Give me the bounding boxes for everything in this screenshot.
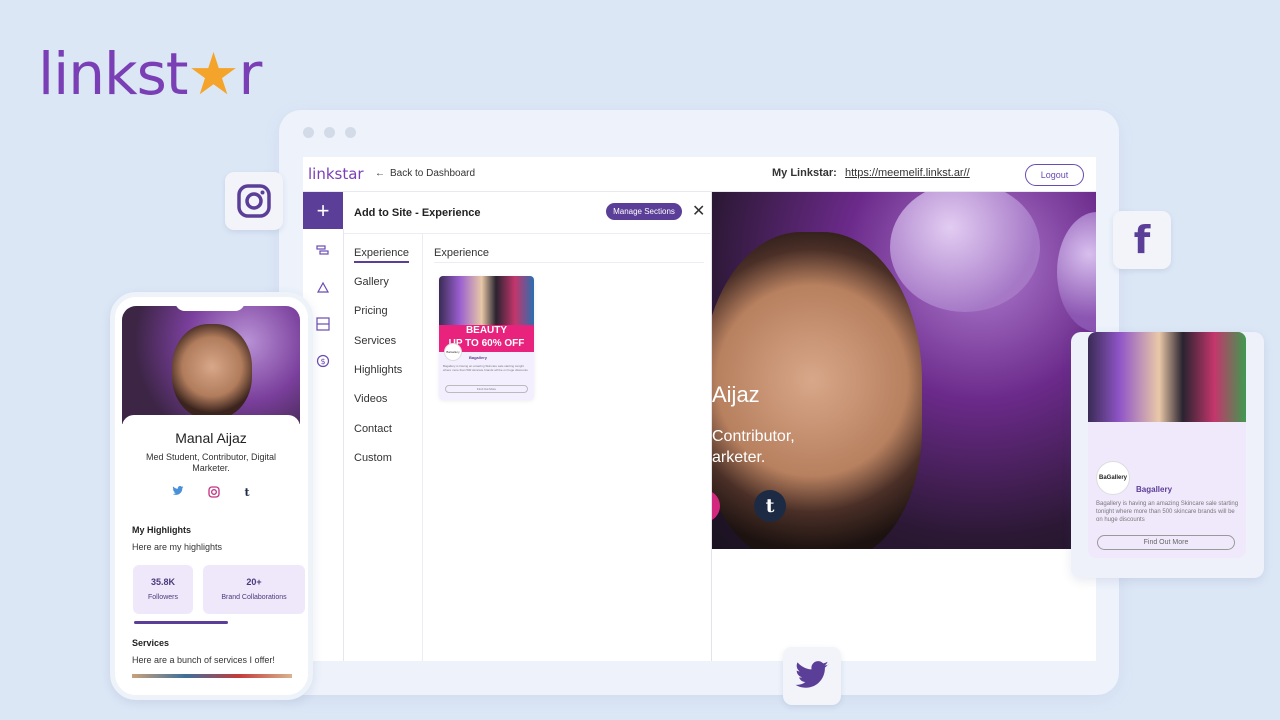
svg-text:$: $: [320, 357, 325, 366]
app-logo[interactable]: linkstar: [308, 165, 364, 183]
linkstar-logo: linkst★r: [38, 40, 262, 108]
menu-item-custom[interactable]: Custom: [354, 452, 392, 464]
find-out-more-button[interactable]: Find Out More: [445, 385, 528, 393]
menu-item-pricing[interactable]: Pricing: [354, 305, 388, 317]
preview-tagline: arketer.: [712, 449, 766, 466]
experience-content: Experience BEAUTY UP TO 60% OFF BaGaller…: [423, 234, 712, 661]
sections-icon[interactable]: [315, 243, 331, 259]
highlights-title: My Highlights: [132, 525, 191, 535]
add-section-button[interactable]: +: [303, 192, 343, 229]
card-description: Bagallery is having an amazing Skincare …: [443, 364, 528, 372]
carousel-indicator: [134, 621, 228, 624]
close-icon[interactable]: ✕: [692, 201, 705, 221]
editor-panel: + $ Add to Site - Experience Manage Sect…: [303, 192, 712, 661]
instagram-icon[interactable]: [208, 486, 221, 501]
instagram-icon: [225, 172, 283, 230]
social-links: t: [122, 486, 300, 501]
find-out-more-button[interactable]: Find Out More: [1097, 535, 1235, 550]
balloon-decoration: [890, 192, 1040, 312]
tumblr-icon[interactable]: t: [754, 490, 786, 522]
experience-card[interactable]: BEAUTY UP TO 60% OFF BaGallery Bagallery…: [439, 276, 534, 400]
menu-item-videos[interactable]: Videos: [354, 393, 387, 405]
twitter-icon: [783, 647, 841, 705]
profile-bio: Med Student, Contributor, Digital Market…: [145, 452, 277, 473]
manage-sections-button[interactable]: Manage Sections: [606, 203, 682, 220]
balloon-decoration: [1057, 212, 1096, 332]
followers-stat: 35.8K Followers: [133, 565, 193, 614]
linkstar-url-link[interactable]: https://meemelif.linkst.ar//: [845, 167, 970, 179]
brand-logo: BaGallery: [1096, 461, 1130, 495]
phone-hero-image: [122, 306, 300, 424]
collaborations-stat: 20+ Brand Collaborations: [203, 565, 305, 614]
facebook-icon: f: [1113, 211, 1171, 269]
menu-item-experience[interactable]: Experience: [354, 247, 410, 263]
panel-title: Add to Site - Experience: [354, 207, 481, 219]
site-preview: Aijaz Contributor, arketer. t: [712, 192, 1096, 549]
back-to-dashboard-link[interactable]: ← Back to Dashboard: [375, 168, 475, 179]
panel-header: Add to Site - Experience Manage Sections…: [344, 192, 712, 234]
services-images: [132, 674, 292, 678]
top-bar: linkstar ← Back to Dashboard My Linkstar…: [303, 157, 1096, 192]
phone-profile: Manal Aijaz Med Student, Contributor, Di…: [122, 415, 305, 695]
menu-item-contact[interactable]: Contact: [354, 423, 392, 435]
content-title: Experience: [434, 247, 490, 259]
menu-item-gallery[interactable]: Gallery: [354, 276, 389, 288]
profile-photo: [172, 324, 252, 419]
services-subtitle: Here are a bunch of services I offer!: [132, 655, 275, 665]
profile-name: Manal Aijaz: [175, 430, 247, 446]
preview-name: Aijaz: [712, 382, 760, 407]
section-menu: Experience Gallery Pricing Services High…: [344, 234, 423, 661]
back-label: Back to Dashboard: [390, 168, 476, 179]
tumblr-icon[interactable]: t: [244, 486, 249, 501]
services-title: Services: [132, 638, 170, 648]
product-card: BaGallery Bagallery Bagallery is having …: [1071, 332, 1264, 578]
window-controls: [303, 127, 356, 138]
app-screen: linkstar ← Back to Dashboard My Linkstar…: [303, 157, 1096, 661]
product-description: Bagallery is having an amazing Skincare …: [1096, 501, 1239, 523]
theme-icon[interactable]: [315, 279, 331, 295]
product-brand-name: Bagallery: [1136, 485, 1173, 494]
menu-item-services[interactable]: Services: [354, 335, 396, 347]
phone-notch: [175, 297, 245, 311]
monetize-icon[interactable]: $: [315, 353, 331, 369]
preview-tagline: Contributor,: [712, 428, 795, 445]
logout-button[interactable]: Logout: [1025, 164, 1084, 186]
arrow-left-icon: ←: [375, 168, 385, 179]
product-card-inner: BaGallery Bagallery Bagallery is having …: [1088, 332, 1246, 558]
my-linkstar-label: My Linkstar:: [772, 167, 837, 179]
product-image: [1088, 332, 1246, 422]
star-logo-icon: ★: [187, 40, 240, 108]
menu-item-highlights[interactable]: Highlights: [354, 364, 402, 376]
highlights-subtitle: Here are my highlights: [132, 542, 223, 552]
card-brand-name: Bagallery: [469, 355, 488, 360]
phone-mockup: Manal Aijaz Med Student, Contributor, Di…: [110, 292, 313, 700]
layout-icon[interactable]: [315, 316, 331, 332]
divider: [434, 262, 704, 263]
brand-logo: BaGallery: [444, 343, 462, 361]
twitter-icon[interactable]: [172, 486, 184, 501]
